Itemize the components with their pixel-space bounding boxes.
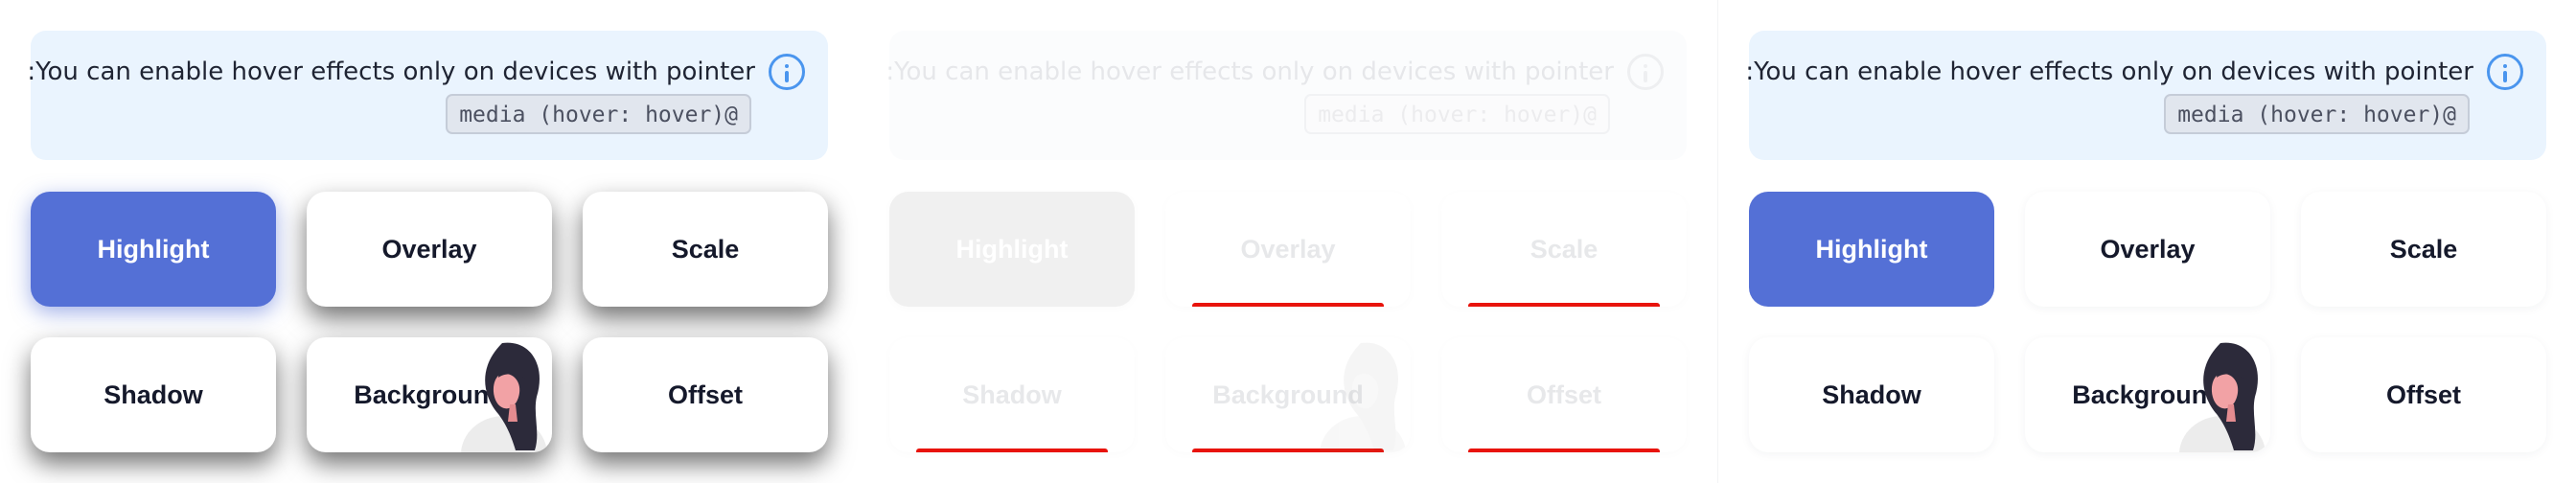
underline-mark (916, 448, 1108, 452)
person-illustration (1320, 342, 1406, 452)
person-illustration (2179, 342, 2266, 452)
highlight-card[interactable]: Highlight (889, 192, 1135, 307)
info-text: :You can enable hover effects only on de… (886, 58, 1614, 86)
card-label: Overlay (381, 234, 477, 264)
underline-mark (1468, 448, 1660, 452)
info-icon[interactable] (2487, 54, 2523, 90)
shadow-card[interactable]: Shadow (889, 337, 1135, 452)
shadow-card[interactable]: Shadow (1749, 337, 1994, 452)
person-illustration (461, 342, 547, 452)
card-label: Offset (2385, 380, 2461, 409)
demo-panel-faded: :You can enable hover effects only on de… (859, 0, 1717, 483)
card-label: Shadow (1822, 380, 1921, 409)
info-callout: :You can enable hover effects only on de… (27, 31, 828, 160)
card-label: Shadow (104, 380, 203, 409)
card-label: Highlight (955, 234, 1069, 264)
overlay-card[interactable]: Overlay (2025, 192, 2270, 307)
shadow-card[interactable]: Shadow (31, 337, 276, 452)
info-code: media (hover: hover)@ (2164, 94, 2470, 134)
scale-card[interactable]: Scale (1441, 192, 1687, 307)
info-icon[interactable] (769, 54, 805, 90)
highlight-card[interactable]: Highlight (1749, 192, 1994, 307)
overlay-card[interactable]: Overlay (307, 192, 552, 307)
scale-card[interactable]: Scale (2301, 192, 2546, 307)
underline-mark (1468, 303, 1660, 307)
demo-panel-hover-disabled: :You can enable hover effects only on de… (1717, 0, 2576, 483)
background-card[interactable]: Background (307, 337, 552, 452)
info-text: :You can enable hover effects only on de… (27, 58, 755, 86)
info-callout: :You can enable hover effects only on de… (1745, 31, 2546, 160)
overlay-card[interactable]: Overlay (1165, 192, 1411, 307)
offset-card[interactable]: Offset (1441, 337, 1687, 452)
info-code: media (hover: hover)@ (1304, 94, 1610, 134)
background-card[interactable]: Background (2025, 337, 2270, 452)
card-label: Offset (1526, 380, 1601, 409)
background-card[interactable]: Background (1165, 337, 1411, 452)
card-label: Scale (671, 234, 740, 264)
offset-card[interactable]: Offset (2301, 337, 2546, 452)
card-label: Shadow (962, 380, 1062, 409)
info-icon[interactable] (1627, 54, 1664, 90)
info-callout: :You can enable hover effects only on de… (886, 31, 1687, 160)
card-label: Scale (1530, 234, 1598, 264)
info-text: :You can enable hover effects only on de… (1745, 58, 2473, 86)
demo-panel-hover-active: :You can enable hover effects only on de… (0, 0, 859, 483)
card-label: Highlight (1815, 234, 1928, 264)
card-label: Offset (667, 380, 743, 409)
underline-mark (1192, 303, 1384, 307)
card-label: Overlay (1240, 234, 1336, 264)
card-label: Scale (2389, 234, 2458, 264)
offset-card[interactable]: Offset (583, 337, 828, 452)
card-label: Highlight (97, 234, 210, 264)
card-label: Overlay (2100, 234, 2196, 264)
highlight-card[interactable]: Highlight (31, 192, 276, 307)
scale-card[interactable]: Scale (583, 192, 828, 307)
info-code: media (hover: hover)@ (446, 94, 751, 134)
